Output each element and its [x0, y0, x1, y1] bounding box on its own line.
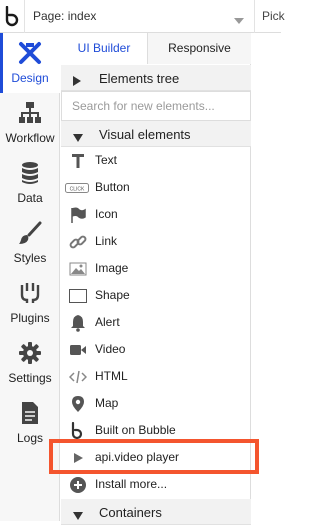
tab-ui-builder[interactable]: UI Builder — [61, 33, 147, 64]
elements-tree-label: Elements tree — [99, 71, 180, 86]
element-item-html[interactable]: HTML — [61, 363, 251, 390]
element-item-label: Icon — [95, 207, 118, 221]
map-pin-icon — [69, 395, 87, 413]
sidebar-item-label: Workflow — [5, 131, 55, 145]
element-item-button[interactable]: CLICK Button — [61, 174, 251, 201]
sidebar-item-data[interactable]: Data — [0, 153, 60, 213]
elements-tree-header[interactable]: Elements tree — [61, 65, 251, 91]
sidebar-item-settings[interactable]: Settings — [0, 333, 60, 393]
database-icon — [18, 161, 42, 185]
visual-elements-header[interactable]: Visual elements — [61, 121, 251, 147]
bell-icon — [69, 314, 87, 332]
element-item-label: HTML — [95, 369, 128, 383]
brush-icon — [18, 221, 42, 245]
top-bar: Page: index Pick — [0, 0, 285, 33]
bubble-logo-icon[interactable] — [0, 0, 24, 33]
chevron-right-icon — [73, 73, 81, 91]
containers-header[interactable]: Containers — [61, 499, 251, 525]
element-item-label: Install more... — [95, 477, 168, 491]
sidebar-item-plugins[interactable]: Plugins — [0, 273, 60, 333]
code-icon — [68, 368, 88, 386]
chevron-down-icon — [73, 129, 83, 147]
sidebar-item-label: Plugins — [10, 311, 50, 325]
containers-label: Containers — [99, 505, 162, 520]
element-item-label: Image — [95, 261, 129, 275]
element-item-map[interactable]: Map — [61, 390, 251, 417]
sidebar-item-label: Data — [17, 191, 43, 205]
gear-icon — [18, 341, 42, 365]
panel-tabs: UI Builder Responsive — [61, 33, 251, 64]
element-item-image[interactable]: Image — [61, 255, 251, 282]
sidebar-item-workflow[interactable]: Workflow — [0, 93, 60, 153]
highlight-box — [49, 439, 259, 474]
element-item-install-more[interactable]: Install more... — [61, 471, 251, 498]
element-item-shape[interactable]: Shape — [61, 282, 251, 309]
chevron-down-icon — [73, 507, 83, 525]
search-elements-field[interactable] — [61, 91, 251, 121]
element-item-label: Button — [95, 180, 130, 194]
document-icon — [18, 401, 42, 425]
image-icon — [69, 260, 87, 278]
element-item-text[interactable]: Text — [61, 147, 251, 174]
link-icon — [69, 233, 87, 251]
sidebar-item-design[interactable]: Design — [0, 33, 60, 93]
chevron-down-icon — [234, 12, 244, 30]
element-item-label: Link — [95, 234, 118, 248]
element-item-label: Text — [95, 153, 118, 167]
sidebar-item-label: Design — [11, 71, 49, 85]
element-item-label: Alert — [95, 315, 120, 329]
element-item-link[interactable]: Link — [61, 228, 251, 255]
search-input[interactable] — [62, 92, 250, 120]
page-selector[interactable]: Page: index — [24, 0, 255, 33]
button-icon: CLICK — [65, 179, 89, 197]
visual-elements-label: Visual elements — [99, 127, 191, 142]
sidebar-item-styles[interactable]: Styles — [0, 213, 60, 273]
workflow-icon — [18, 101, 42, 125]
svg-text:CLICK: CLICK — [70, 187, 85, 193]
sidebar-item-label: Settings — [8, 371, 52, 385]
tab-responsive[interactable]: Responsive — [147, 33, 251, 64]
flag-icon — [69, 206, 87, 224]
plugin-icon — [18, 281, 42, 305]
element-item-label: Video — [95, 342, 126, 356]
page-selector-label: Page: index — [33, 9, 97, 23]
element-item-label: Shape — [95, 288, 130, 302]
element-item-alert[interactable]: Alert — [61, 309, 251, 336]
sidebar-item-label: Styles — [13, 251, 47, 265]
element-item-label: Built on Bubble — [95, 423, 176, 437]
video-icon — [69, 341, 87, 359]
bubble-logo-icon — [69, 421, 87, 440]
element-item-label: Map — [95, 396, 119, 410]
element-item-icon[interactable]: Icon — [61, 201, 251, 228]
design-icon — [18, 41, 42, 65]
text-icon — [69, 152, 87, 170]
shape-icon — [69, 287, 87, 305]
pick-element-label[interactable]: Pick — [262, 9, 285, 23]
plus-circle-icon — [69, 476, 87, 494]
element-item-video[interactable]: Video — [61, 336, 251, 363]
